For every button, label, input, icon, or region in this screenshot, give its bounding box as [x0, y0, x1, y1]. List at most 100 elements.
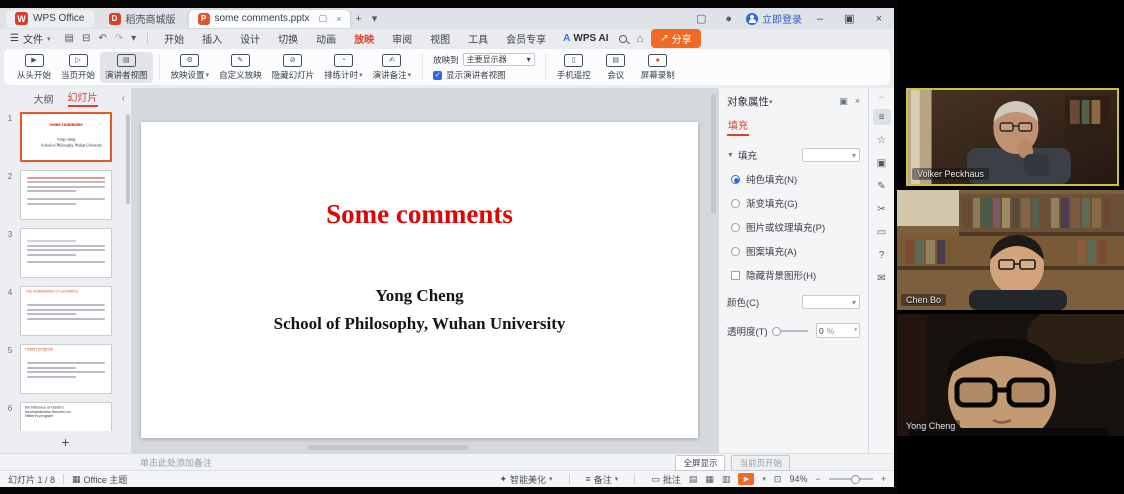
- custom-show-button[interactable]: ✎ 自定义放映: [214, 52, 267, 83]
- menu-design[interactable]: 设计: [231, 31, 269, 46]
- star-favorites-icon[interactable]: ☆: [873, 132, 891, 148]
- tab-outline[interactable]: 大纲: [34, 91, 54, 106]
- mail-icon[interactable]: ✉: [873, 270, 891, 286]
- participant-video[interactable]: Yong Cheng: [897, 314, 1124, 436]
- file-menu[interactable]: ☰ 文件 ▾: [10, 31, 50, 46]
- slide-thumbnail-6[interactable]: 6 the influence of Gödel's incompletenes…: [0, 402, 131, 431]
- menu-view[interactable]: 视图: [421, 31, 459, 46]
- minimize-button[interactable]: –: [811, 13, 829, 25]
- horizontal-scrollbar[interactable]: [308, 445, 468, 450]
- login-button[interactable]: 立即登录: [746, 11, 802, 26]
- hide-slide-button[interactable]: ⊘ 隐藏幻灯片: [267, 52, 320, 83]
- from-current-page-button[interactable]: 当前页开始: [731, 455, 790, 471]
- search-icon[interactable]: [619, 35, 627, 43]
- participant-video[interactable]: Chen Bo: [897, 190, 1124, 310]
- redo-icon[interactable]: ↷: [111, 33, 127, 44]
- cut-icon[interactable]: ✂: [873, 201, 891, 217]
- speaker-notes-button[interactable]: ✍ 演讲备注▾: [368, 52, 417, 83]
- menu-start[interactable]: 开始: [155, 31, 193, 46]
- wps-ai-button[interactable]: A WPS AI: [563, 33, 608, 44]
- undo-icon[interactable]: ↶: [94, 33, 110, 44]
- restore-button[interactable]: ▣: [838, 12, 860, 25]
- presenter-view-button[interactable]: ▤ 演讲者视图: [100, 52, 153, 83]
- menu-slideshow[interactable]: 放映: [345, 31, 383, 46]
- add-slide-button[interactable]: +: [0, 431, 131, 453]
- menu-member[interactable]: 会员专享: [497, 31, 555, 46]
- tab-docer-store[interactable]: D 稻壳商城版: [100, 10, 185, 28]
- from-beginning-button[interactable]: ▶ 从头开始: [12, 52, 56, 83]
- screen-record-button[interactable]: ● 屏幕录制: [636, 52, 680, 83]
- home-icon[interactable]: ⌂: [637, 33, 644, 45]
- layout-switch-icon[interactable]: ▢: [691, 12, 711, 25]
- rehearse-timing-button[interactable]: ◔ 排练计时▾: [319, 52, 368, 83]
- menu-tools[interactable]: 工具: [459, 31, 497, 46]
- frame-icon[interactable]: ▭: [873, 224, 891, 240]
- theme-indicator[interactable]: ▦ Office 主题: [72, 473, 127, 486]
- close-panel-icon[interactable]: ×: [855, 96, 860, 107]
- meeting-button[interactable]: ▤ 会议: [596, 52, 636, 83]
- from-current-button[interactable]: ▷ 当页开始: [56, 52, 100, 83]
- skin-icon[interactable]: ●: [720, 13, 737, 25]
- share-button[interactable]: ↗ 分享: [651, 29, 700, 48]
- picture-fill-radio[interactable]: 图片或纹理填充(P): [731, 220, 860, 234]
- menu-review[interactable]: 审阅: [383, 31, 421, 46]
- slide-thumbnail-2[interactable]: 2: [0, 170, 131, 220]
- transparency-slider[interactable]: [774, 330, 808, 332]
- slide-thumbnail-5[interactable]: 5 Hilbert program: [0, 344, 131, 394]
- menu-animation[interactable]: 动画: [307, 31, 345, 46]
- pattern-fill-radio[interactable]: 图案填充(A): [731, 244, 860, 258]
- slide-thumbnail-1[interactable]: 1 Some comments Yong Cheng School of Phi…: [0, 112, 131, 162]
- save-icon[interactable]: ▤: [60, 33, 77, 44]
- slide-thumbnail-4[interactable]: 4 The foundations of Geometry,: [0, 286, 131, 336]
- fit-window-icon[interactable]: ⊡: [774, 474, 782, 485]
- zoom-out-icon[interactable]: −: [815, 474, 820, 484]
- zoom-slider[interactable]: [829, 478, 873, 480]
- slide-thumbnail-3[interactable]: 3: [0, 228, 131, 278]
- help-icon[interactable]: ?: [873, 247, 891, 263]
- normal-view-icon[interactable]: ▤: [689, 474, 698, 485]
- reading-view-icon[interactable]: ▥: [722, 474, 731, 485]
- color-select[interactable]: ▾: [802, 295, 860, 309]
- participant-video-active-speaker[interactable]: Volker Peckhaus: [906, 88, 1119, 186]
- print-icon[interactable]: ⊟: [78, 33, 94, 44]
- properties-panel-icon[interactable]: ≡: [873, 109, 891, 125]
- pin-panel-icon[interactable]: ▣: [839, 96, 848, 107]
- tab-list-icon[interactable]: ▾: [367, 12, 383, 25]
- play-options-icon[interactable]: ▾: [762, 475, 766, 483]
- edit-pencil-icon[interactable]: ✎: [873, 178, 891, 194]
- tab-wps-home[interactable]: W WPS Office: [6, 10, 94, 28]
- tab-slides[interactable]: 幻灯片: [68, 89, 98, 107]
- section-collapse-icon[interactable]: ▼: [727, 152, 734, 159]
- show-settings-button[interactable]: ⚙ 放映设置▾: [166, 52, 215, 83]
- new-tab-button[interactable]: +: [350, 13, 366, 25]
- notes-toggle-button[interactable]: ≡ 备注 ▾: [586, 473, 619, 486]
- current-slide[interactable]: Some comments Yong Cheng School of Philo…: [141, 122, 698, 438]
- gradient-fill-radio[interactable]: 渐变填充(G): [731, 196, 860, 210]
- collapse-panel-icon[interactable]: ‹: [122, 93, 125, 104]
- play-slideshow-button[interactable]: ▶: [738, 473, 754, 485]
- clipboard-panel-icon[interactable]: ▣: [873, 155, 891, 171]
- chevron-down-icon[interactable]: ▾: [769, 98, 773, 106]
- tab-close-icon[interactable]: ×: [336, 14, 341, 24]
- spinner-icons[interactable]: ▾: [854, 328, 857, 333]
- show-presenter-view-checkbox[interactable]: ✓ 显示演讲者视图: [433, 69, 535, 81]
- quickbar-more-icon[interactable]: ▾: [127, 33, 140, 44]
- menu-insert[interactable]: 插入: [193, 31, 231, 46]
- notes-bar[interactable]: 单击此处添加备注 全屏显示 当前页开始: [0, 453, 894, 470]
- thumbnail-scrollbar[interactable]: [126, 114, 130, 204]
- comment-button[interactable]: ▭ 批注: [651, 473, 681, 486]
- display-target-select[interactable]: 主要显示器 ▾: [463, 53, 535, 66]
- phone-remote-button[interactable]: ▯ 手机遥控: [552, 52, 596, 83]
- close-button[interactable]: ×: [870, 13, 888, 25]
- transparency-input[interactable]: 0 % ▾: [816, 323, 860, 338]
- tab-restore-icon[interactable]: ▢: [319, 13, 328, 24]
- solid-fill-radio[interactable]: 纯色填充(N): [731, 172, 860, 186]
- vertical-scrollbar[interactable]: [711, 94, 716, 214]
- hide-background-checkbox[interactable]: 隐藏背景图形(H): [731, 268, 860, 282]
- zoom-in-icon[interactable]: +: [881, 474, 886, 484]
- tab-fill[interactable]: 填充: [727, 115, 749, 136]
- fill-preset-select[interactable]: ▾: [802, 148, 860, 162]
- fullscreen-show-button[interactable]: 全屏显示: [675, 455, 725, 471]
- slide-sorter-view-icon[interactable]: ▦: [705, 474, 714, 485]
- menu-transition[interactable]: 切换: [269, 31, 307, 46]
